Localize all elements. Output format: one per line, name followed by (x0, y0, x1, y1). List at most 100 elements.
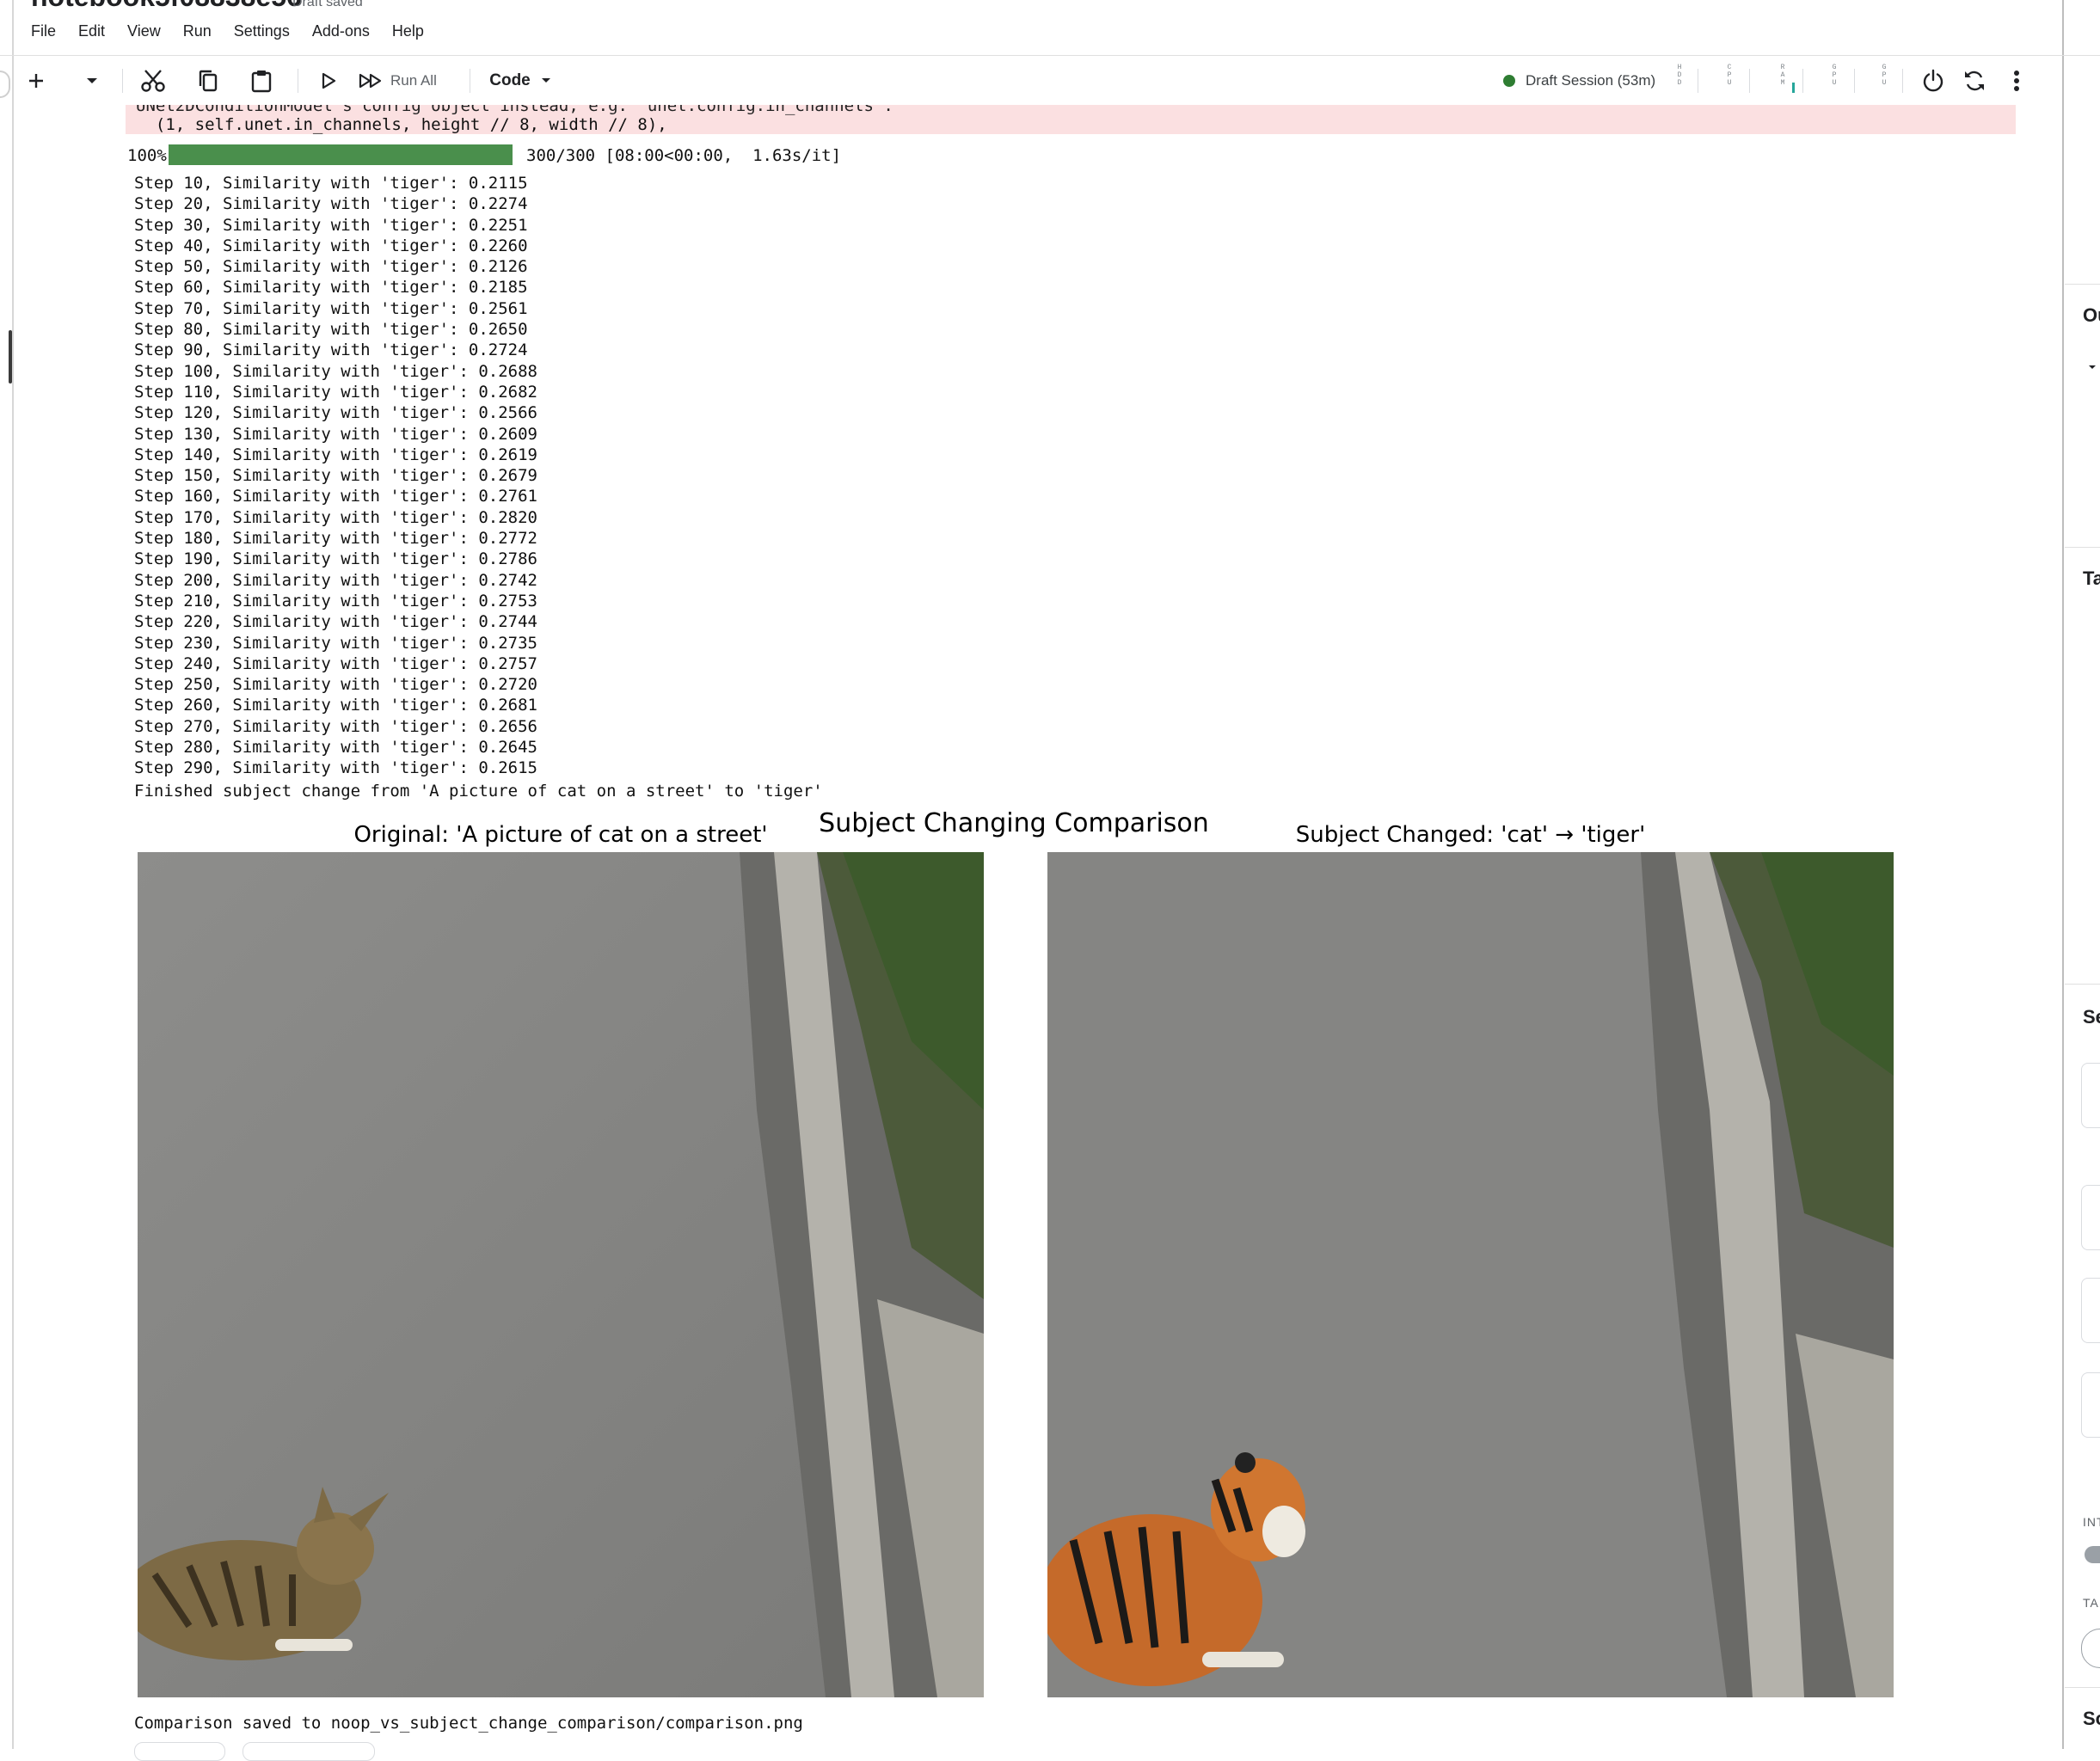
notebook-title[interactable]: notebook5f08838e56 (31, 0, 302, 13)
scissors-icon (140, 68, 166, 94)
menu-help[interactable]: Help (392, 22, 424, 40)
cut-button[interactable] (136, 62, 170, 100)
output-action-button[interactable] (134, 1742, 225, 1761)
sidebar-divider (2065, 547, 2100, 548)
copy-button[interactable] (191, 62, 225, 100)
log-line: Step 220, Similarity with 'tiger': 0.274… (134, 612, 537, 632)
paste-button[interactable] (244, 62, 279, 100)
session-option-card[interactable] (2081, 1372, 2100, 1438)
menu-divider (0, 55, 2100, 56)
log-line: Step 80, Similarity with 'tiger': 0.2650 (134, 320, 528, 340)
sidebar-toggle-tab[interactable] (0, 71, 10, 98)
session-status[interactable]: Draft Session (53m) (1503, 62, 1655, 100)
chevron-down-icon[interactable] (2088, 359, 2097, 375)
gpu-memory-meter[interactable]: GPU (1878, 64, 1890, 98)
add-cell-button[interactable] (21, 62, 52, 100)
cpu-meter[interactable]: CPU (1723, 64, 1735, 98)
cell-collapse-handle[interactable] (9, 330, 12, 383)
gpu-meter-label: GPU (1832, 64, 1837, 87)
menu-edit[interactable]: Edit (78, 22, 105, 40)
session-option-card[interactable] (2081, 1063, 2100, 1128)
original-image-title: Original: 'A picture of cat on a street' (353, 822, 768, 848)
sidebar-heading-schedule: So (2083, 1708, 2100, 1729)
menu-run[interactable]: Run (183, 22, 212, 40)
original-image (138, 852, 984, 1697)
log-line: Step 260, Similarity with 'tiger': 0.268… (134, 696, 537, 715)
power-icon (1921, 69, 1945, 93)
session-option-card[interactable] (2081, 1278, 2100, 1343)
log-line: Step 210, Similarity with 'tiger': 0.275… (134, 591, 537, 611)
output-action-button[interactable] (243, 1742, 375, 1761)
sidebar-heading-output: Ou (2083, 304, 2100, 326)
run-all-button[interactable]: Run All (358, 62, 470, 100)
internet-label: INT (2083, 1515, 2100, 1529)
more-icon (2013, 70, 2020, 92)
session-option-card[interactable] (2081, 1185, 2100, 1250)
log-line: Step 270, Similarity with 'tiger': 0.265… (134, 716, 537, 736)
left-cell-rail (12, 0, 14, 1749)
play-icon (320, 71, 337, 90)
hdd-meter[interactable]: HDD (1673, 64, 1686, 98)
cell-type-select[interactable]: Code (482, 62, 559, 100)
chevron-down-icon (86, 77, 98, 85)
session-status-dot (1503, 75, 1515, 87)
gpu-memory-meter-label: GPU (1882, 64, 1887, 87)
notebook-toolbar: Run All Code Draft Session (53m) HDD CPU… (21, 62, 2050, 100)
log-line: Step 250, Similarity with 'tiger': 0.272… (134, 675, 537, 695)
ram-meter[interactable]: RAM (1777, 64, 1795, 98)
sidebar-divider (2065, 984, 2100, 985)
log-line: Step 230, Similarity with 'tiger': 0.273… (134, 633, 537, 653)
menu-bar: File Edit View Run Settings Add-ons Help (31, 22, 424, 40)
save-status: Draft saved (292, 0, 363, 9)
tags-label: TA (2083, 1596, 2099, 1610)
gpu-meter[interactable]: GPU (1828, 64, 1840, 98)
refresh-icon (1962, 69, 1986, 93)
restart-session-button[interactable] (1957, 62, 1992, 100)
log-line: Step 20, Similarity with 'tiger': 0.2274 (134, 194, 528, 214)
run-all-label: Run All (390, 72, 437, 89)
log-line: Step 40, Similarity with 'tiger': 0.2260 (134, 236, 528, 255)
log-line: Step 10, Similarity with 'tiger': 0.2115 (134, 174, 528, 193)
log-line: Step 180, Similarity with 'tiger': 0.277… (134, 529, 537, 549)
add-cell-dropdown[interactable] (79, 62, 105, 100)
changed-image-title: Subject Changed: 'cat' → 'tiger' (1295, 822, 1646, 848)
log-line: Step 280, Similarity with 'tiger': 0.264… (134, 738, 537, 758)
log-line: Step 200, Similarity with 'tiger': 0.274… (134, 570, 537, 590)
log-line: Step 90, Similarity with 'tiger': 0.2724 (134, 341, 528, 360)
log-line: Step 190, Similarity with 'tiger': 0.278… (134, 549, 537, 569)
log-line: Step 70, Similarity with 'tiger': 0.2561 (134, 298, 528, 318)
more-options-button[interactable] (2004, 62, 2029, 100)
log-line: Step 170, Similarity with 'tiger': 0.282… (134, 507, 537, 527)
internet-toggle[interactable] (2085, 1546, 2100, 1563)
menu-settings[interactable]: Settings (234, 22, 290, 40)
ram-meter-label: RAM (1780, 64, 1785, 87)
tag-input[interactable] (2081, 1629, 2100, 1668)
session-label: Draft Session (53m) (1526, 72, 1656, 89)
progress-bar-fill (169, 144, 513, 165)
toolbar-separator (1854, 69, 1855, 93)
log-line: Step 160, Similarity with 'tiger': 0.276… (134, 487, 537, 506)
menu-add-ons[interactable]: Add-ons (312, 22, 370, 40)
copy-icon (197, 69, 219, 93)
sidebar-divider (2065, 1687, 2100, 1688)
toolbar-separator (1749, 69, 1750, 93)
log-line: Step 140, Similarity with 'tiger': 0.261… (134, 445, 537, 464)
run-cell-button[interactable] (311, 62, 346, 100)
log-line: Step 120, Similarity with 'tiger': 0.256… (134, 403, 537, 423)
menu-file[interactable]: File (31, 22, 56, 40)
toolbar-separator (1902, 69, 1903, 93)
log-line: Step 60, Similarity with 'tiger': 0.2185 (134, 278, 528, 298)
log-line: Step 30, Similarity with 'tiger': 0.2251 (134, 215, 528, 235)
log-line: Step 290, Similarity with 'tiger': 0.261… (134, 758, 537, 778)
toolbar-separator (1802, 69, 1803, 93)
warning-line: (1, self.unet.in_channels, height // 8, … (136, 115, 667, 134)
run-all-icon (358, 71, 384, 90)
menu-view[interactable]: View (127, 22, 161, 40)
sidebar-divider (2065, 284, 2100, 285)
progress-text: 300/300 [08:00<00:00, 1.63s/it] (526, 146, 842, 165)
stop-session-button[interactable] (1916, 62, 1950, 100)
subject-changed-image (1047, 852, 1894, 1697)
sidebar-heading-tags: Ta (2083, 568, 2100, 589)
sidebar-border (2062, 0, 2064, 1749)
log-line: Step 100, Similarity with 'tiger': 0.268… (134, 361, 537, 381)
